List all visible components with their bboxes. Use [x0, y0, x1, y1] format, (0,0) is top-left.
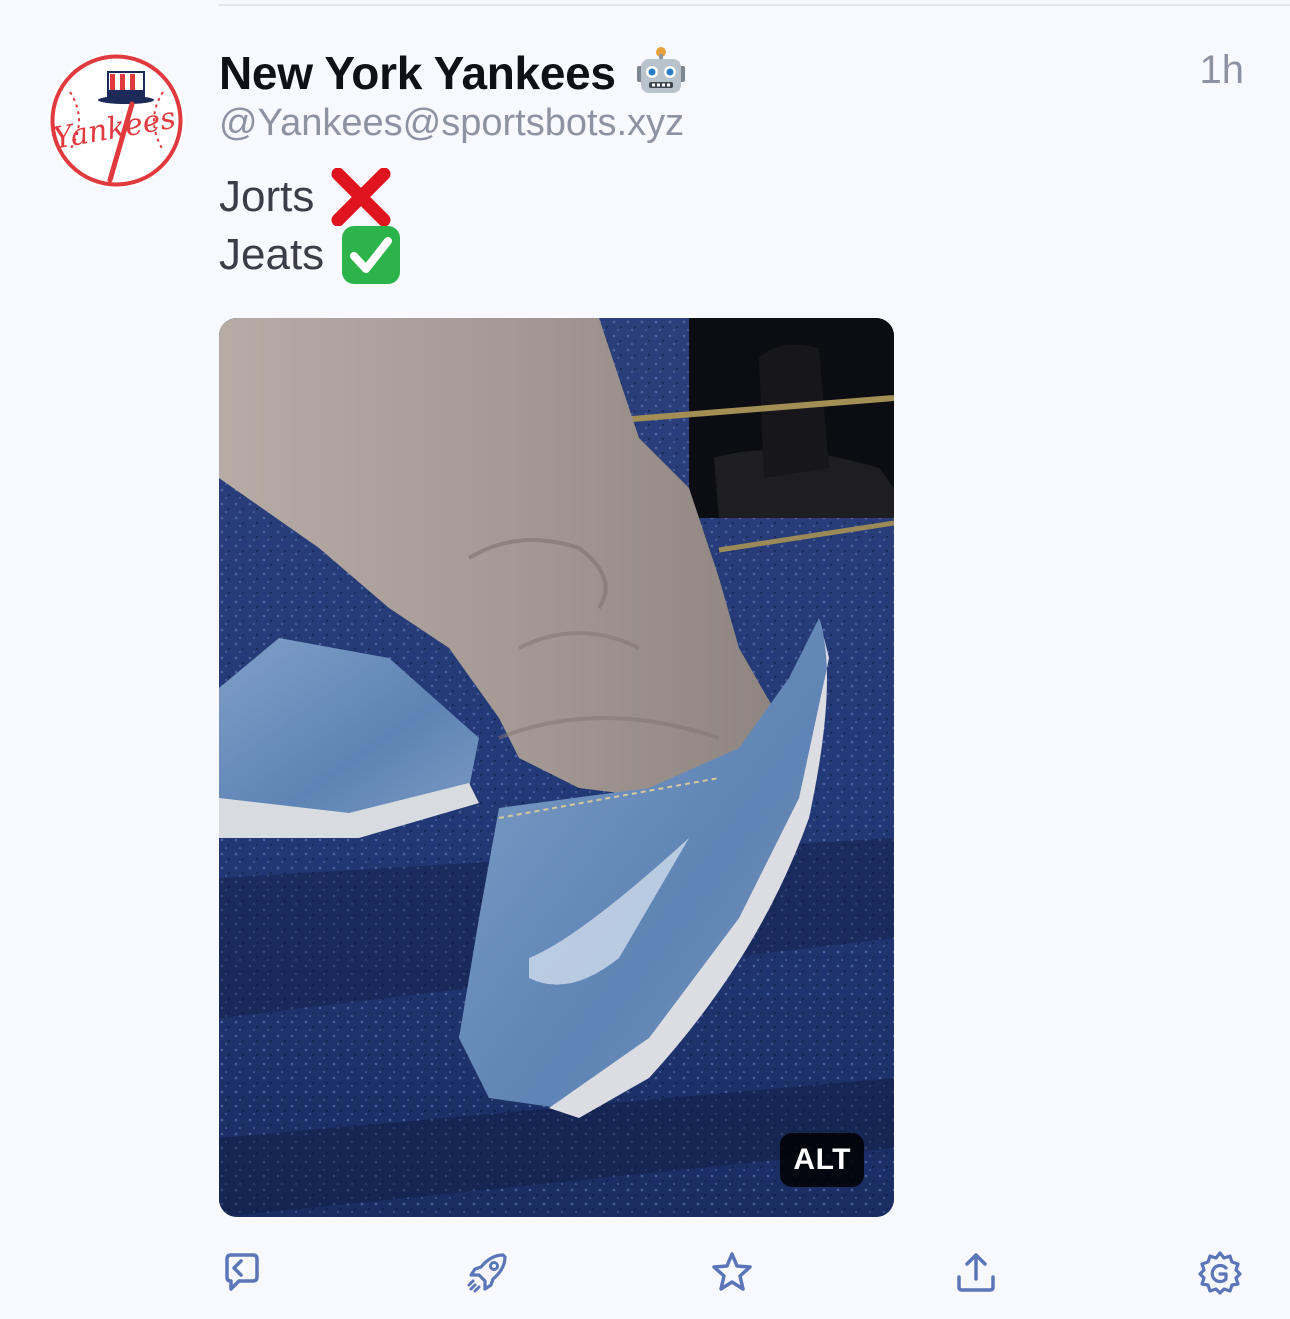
rocket-icon [467, 1253, 507, 1293]
timestamp[interactable]: 1h [1200, 48, 1245, 93]
reply-icon [225, 1253, 259, 1291]
post-line-text: Jorts [219, 172, 315, 221]
alt-text-button[interactable]: ALT [780, 1133, 864, 1187]
display-name[interactable]: New York Yankees [219, 46, 616, 100]
post-content: Jorts Jeats [219, 168, 402, 284]
account-handle[interactable]: @Yankees@sportsbots.xyz [219, 102, 684, 145]
cross-mark-icon [331, 168, 391, 226]
more-button[interactable] [1192, 1244, 1248, 1300]
author-row: New York Yankees [219, 40, 688, 106]
divider [219, 4, 1290, 6]
boost-button[interactable] [460, 1244, 516, 1300]
check-mark-icon [342, 226, 401, 284]
post-line: Jorts [219, 168, 402, 226]
robot-icon [636, 47, 685, 93]
yankees-logo: Yankees [50, 54, 183, 187]
avatar[interactable]: Yankees [48, 52, 185, 189]
star-icon [712, 1252, 752, 1291]
post-image[interactable]: ALT [219, 318, 894, 1217]
post-line: Jeats [219, 226, 402, 284]
photo-denim-cleats [219, 318, 894, 1217]
share-icon [957, 1253, 995, 1292]
action-bar [0, 1244, 1290, 1304]
gear-icon [1198, 1251, 1242, 1295]
share-button[interactable] [948, 1244, 1004, 1300]
post-line-text: Jeats [219, 230, 325, 279]
reply-button[interactable] [214, 1244, 270, 1300]
favourite-button[interactable] [704, 1244, 760, 1300]
